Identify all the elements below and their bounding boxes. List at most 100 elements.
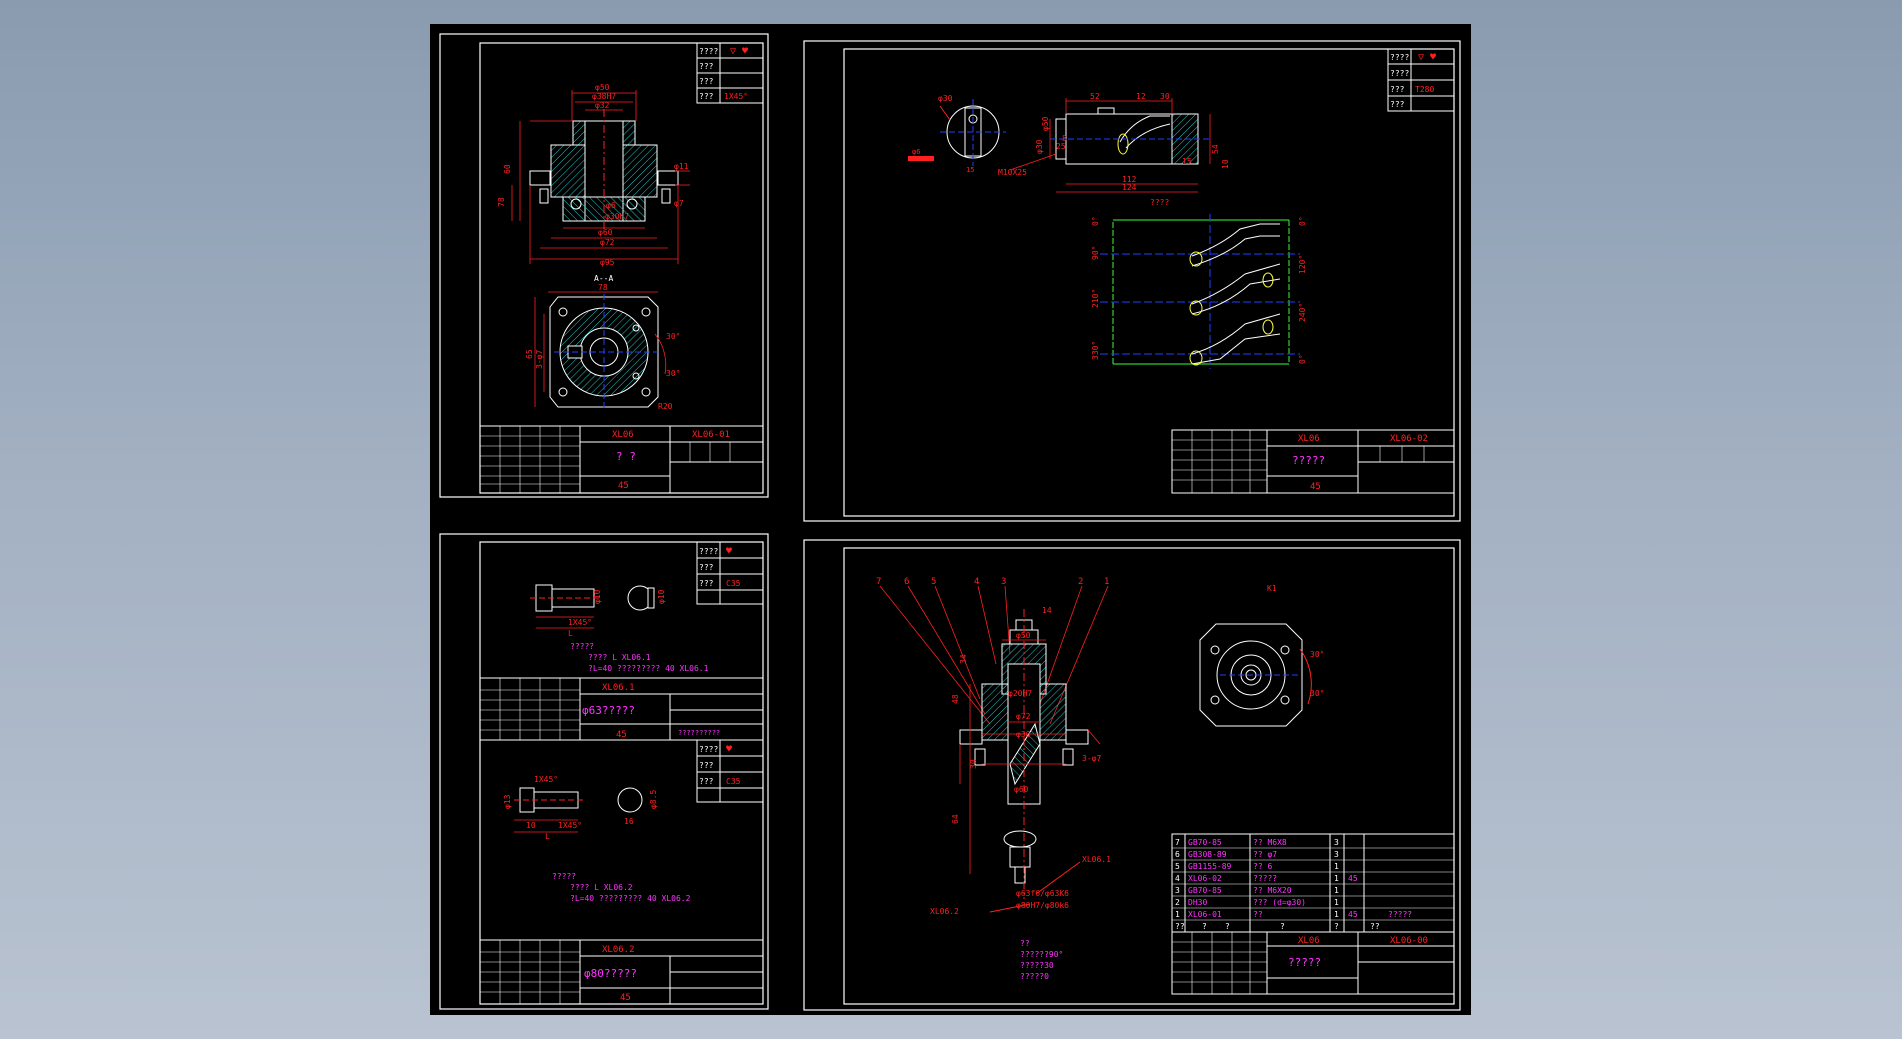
dim-d72: φ72 — [600, 238, 615, 247]
dim-h65: 65 — [525, 349, 534, 359]
s4-part-name: ????? — [1288, 956, 1321, 969]
asm-dim-d30: φ30 — [1016, 730, 1031, 739]
sheet-4-inner-frame — [843, 547, 1455, 1005]
balloons: 7 6 5 4 3 2 1 — [876, 577, 1109, 587]
s2-dim-12: 12 — [1136, 92, 1146, 101]
dim-angle-30b: 30° — [666, 369, 680, 378]
s2-dim-10: 10 — [1221, 159, 1230, 169]
dim-w78: 78 — [598, 283, 608, 292]
bom-no-4: 4 — [1175, 874, 1180, 883]
bom-header-0: ?? — [1175, 922, 1185, 931]
bom-note: ????? — [1388, 910, 1412, 919]
balloon-7: 7 — [876, 577, 881, 587]
cam-development-view[interactable]: ???? — [1100, 198, 1300, 369]
sheet-2-roughness-block: ???? ???? ??? ??? ▽ ♥ T280 — [1387, 48, 1455, 112]
drawing-canvas[interactable]: ???? ??? ??? ??? ▽ ♥ 1X45° φ50 φ38H7 φ32… — [430, 24, 1471, 1015]
s2-drawing-no: XL06-02 — [1390, 434, 1428, 444]
angle-left-0: 0° — [1091, 216, 1100, 226]
pb-dim-10: 10 — [526, 821, 536, 830]
part-b-title-block: XL06.2 φ80????? 45 — [479, 939, 764, 1005]
asm-note-1: ?? — [1020, 939, 1030, 948]
roughness-symbol-icon: ▽ ♥ — [730, 46, 748, 57]
pa-part-name: φ63????? — [582, 704, 635, 717]
bom-header-4: ? — [1334, 922, 1339, 931]
pa-material: 45 — [616, 730, 627, 740]
s2-rb2: ???? — [1390, 69, 1409, 78]
asm-fit-1: φ63f6/φ63K6 — [1016, 889, 1069, 898]
housing-plan-view[interactable] — [549, 294, 659, 410]
bom-std-5: GB1155-89 — [1188, 862, 1232, 871]
bom-std-6: GB308-89 — [1188, 850, 1227, 859]
cad-viewport[interactable]: ???? ??? ??? ??? ▽ ♥ 1X45° φ50 φ38H7 φ32… — [430, 24, 1471, 1015]
angle-right-0: 0° — [1298, 216, 1307, 226]
pb-rb2: ??? — [699, 761, 714, 770]
pb-part-code: XL06.2 — [602, 945, 635, 955]
s2-part-name: ????? — [1292, 454, 1325, 467]
pb-note-3: ?L=40 ????????? 40 XL06.2 — [570, 894, 691, 903]
s2-dim-d30: φ30 — [938, 94, 953, 103]
angle-left-210: 210° — [1091, 289, 1100, 308]
angle-right-120: 120° — [1298, 255, 1307, 274]
pb-dim-d13: φ13 — [503, 794, 512, 809]
s1-material: 45 — [618, 481, 629, 491]
k1-view-geometry[interactable]: 30° 30° — [1199, 623, 1324, 727]
bom-header-3: ? — [1280, 922, 1285, 931]
s2-rb3: ??? — [1390, 85, 1405, 94]
asm-dim-48: 48 — [951, 694, 960, 704]
angle-right-0b: 0° — [1298, 354, 1307, 364]
dim-d11: φ11 — [674, 162, 689, 171]
dim-d32: φ32 — [595, 101, 610, 110]
s2-dim-25: 25 — [1056, 142, 1066, 151]
rb4-label: ??? — [699, 92, 714, 101]
dim-d30: φ30H7 — [605, 212, 629, 221]
balloon-3: 3 — [1001, 577, 1006, 587]
bill-of-materials: 7 GB70-85 ?? M6X8 3 6 GB308-89 ?? φ7 3 5… — [1171, 833, 1455, 933]
dim-3-holes: 3-φ7 — [535, 350, 544, 369]
bom-no-2: 2 — [1175, 898, 1180, 907]
s2-dim-124: 124 — [1122, 183, 1137, 192]
assembly-section-view[interactable] — [959, 609, 1089, 899]
asm-ref-1: XL06.1 — [1082, 855, 1111, 864]
s1-part-code: XL06 — [612, 430, 634, 440]
pa-part-code: XL06.1 — [602, 683, 635, 693]
dim-d50: φ50 — [595, 83, 610, 92]
asm-ref-2: XL06.2 — [930, 907, 959, 916]
k1-view[interactable]: K1 — [1267, 584, 1277, 593]
part-b-dimension-text: 1X45° 1X45° 10 L φ13 16 φ8.5 — [503, 775, 658, 841]
sheet-4-outer-frame — [803, 539, 1461, 1011]
bom-std-4: XL06-02 — [1188, 874, 1222, 883]
bom-header-5: ?? — [1370, 922, 1380, 931]
asm-dim-3-holes: 3-φ7 — [1082, 754, 1101, 763]
housing-section-view[interactable] — [529, 109, 679, 229]
bom-mat-1: 45 — [1348, 910, 1358, 919]
part-b-roughness-block: ???? ??? ??? ♥ C35 — [696, 739, 764, 803]
sheet-2-cam-shaft[interactable]: ???? ???? ??? ??? ▽ ♥ T280 φ30 φ6 15 52 … — [803, 40, 1461, 522]
sheet-1-housing[interactable]: ???? ??? ??? ??? ▽ ♥ 1X45° φ50 φ38H7 φ32… — [439, 33, 769, 498]
s2-roughness-value: T280 — [1415, 85, 1434, 94]
bom-name-2: ??? (d=φ30) — [1253, 898, 1306, 907]
s2-dim-15: 15 — [966, 166, 974, 174]
pa-note-1: ????? — [570, 642, 594, 651]
pa-rb1: ???? — [699, 547, 718, 556]
dim-d95: φ95 — [600, 258, 615, 267]
sheet-1-roughness-block: ???? ??? ??? ??? ▽ ♥ 1X45° — [696, 42, 764, 104]
pa-mark: ?????????? — [678, 729, 720, 737]
s2-dim-54: 54 — [1211, 144, 1220, 154]
rb2-label: ??? — [699, 62, 714, 71]
angle-right-240: 240° — [1298, 303, 1307, 322]
asm-dim-30: 30 — [969, 759, 978, 769]
angle-left-90: 90° — [1091, 246, 1100, 260]
pb-note-2: ???? L XL06.2 — [570, 883, 633, 892]
s2-part-code: XL06 — [1298, 434, 1320, 444]
asm-dim-d50: φ50 — [1016, 631, 1031, 640]
shaft-end-view[interactable]: φ30 φ6 15 — [908, 94, 1006, 174]
sheet-4-assembly[interactable]: 7 6 5 4 3 2 1 φ50 φ20H7 φ72 φ30 φ60 3-φ7… — [803, 539, 1461, 1011]
shaft-side-view[interactable] — [1050, 107, 1210, 165]
pa-chamfer: 1X45° — [568, 618, 592, 627]
sheet-3-pins[interactable]: ???? ??? ??? ♥ C35 1X45° L φ10 φ10 ?????… — [439, 533, 769, 1010]
balloon-6: 6 — [904, 577, 909, 587]
bom-no-3: 3 — [1175, 886, 1180, 895]
rb3-label: ??? — [699, 77, 714, 86]
bom-header-1: ? — [1202, 922, 1207, 931]
asm-dim-64: 64 — [951, 814, 960, 824]
